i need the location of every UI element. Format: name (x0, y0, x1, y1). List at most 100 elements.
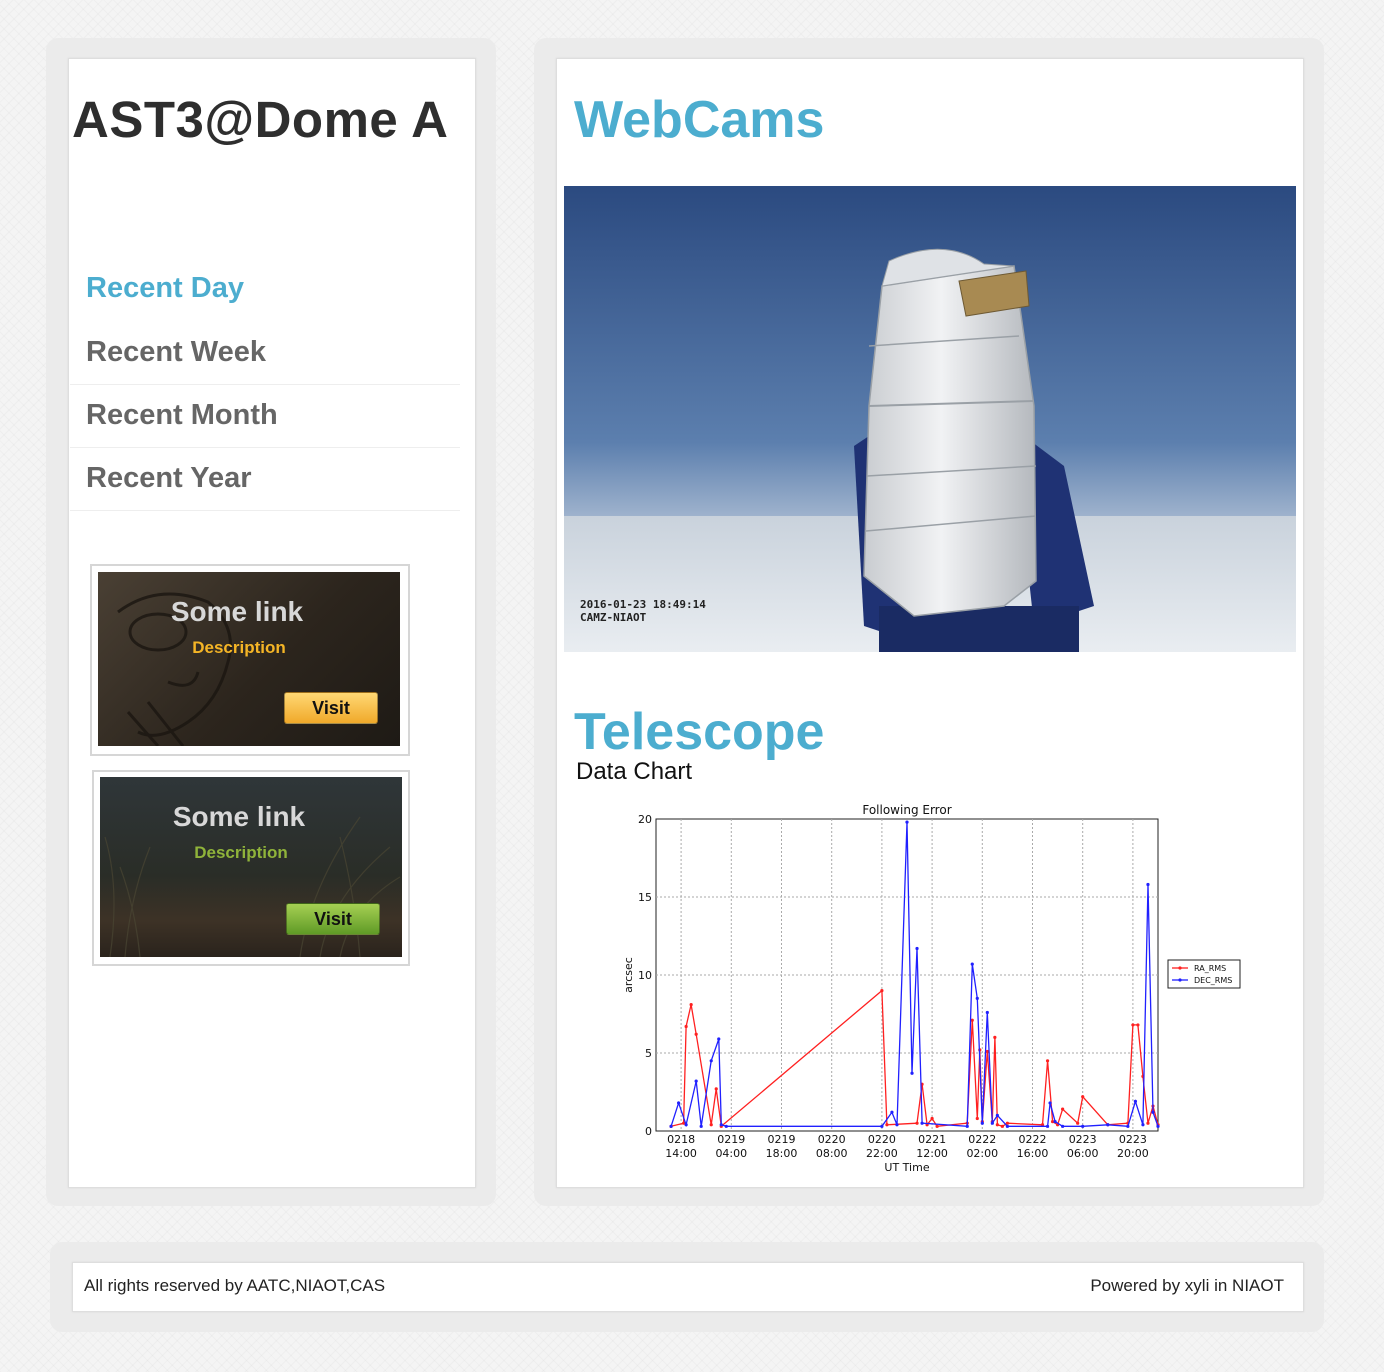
nav-item-recent-year[interactable]: Recent Year (70, 448, 460, 511)
promo-description: Description (194, 843, 288, 862)
data-point (1045, 1124, 1050, 1128)
x-tick-label: 04:00 (715, 1147, 747, 1160)
data-point (1005, 1124, 1009, 1128)
x-tick-label: 0223 (1069, 1133, 1097, 1146)
visit-button[interactable]: Visit (286, 903, 380, 935)
nav-item-recent-day[interactable]: Recent Day (70, 258, 460, 322)
x-tick-label: 0223 (1119, 1133, 1147, 1146)
following-error-chart: 0 5 10 15 20 0218 14:00 0219 04:00 0219 18:00 0220 0… (612, 800, 1252, 1180)
y-tick-label: 5 (645, 1047, 652, 1060)
data-point (694, 1032, 698, 1036)
data-point (689, 1003, 693, 1007)
x-tick-label: 22:00 (866, 1147, 898, 1160)
data-point (995, 1113, 999, 1117)
data-point (1106, 1123, 1110, 1127)
x-tick-label: 16:00 (1017, 1147, 1049, 1160)
legend-label: RA_RMS (1194, 964, 1226, 973)
y-axis-label: arcsec (622, 957, 635, 993)
x-tick-label: 20:00 (1117, 1147, 1149, 1160)
data-point (1045, 1059, 1050, 1063)
promo-image: Some link Description Visit (100, 777, 402, 957)
data-point (724, 1124, 728, 1128)
legend-label: DEC_RMS (1194, 976, 1232, 985)
x-tick-label: 12:00 (916, 1147, 948, 1160)
data-point (1000, 1124, 1004, 1128)
data-point (930, 1116, 934, 1121)
data-point (975, 1116, 979, 1121)
promo-card: Some link Description Visit (90, 564, 410, 756)
nav-item-recent-week[interactable]: Recent Week (70, 322, 460, 385)
data-point (910, 1071, 914, 1075)
webcam-timestamp: 2016-01-23 18:49:14 CAMZ-NIAOT (580, 598, 706, 624)
y-tick-label: 0 (645, 1125, 652, 1138)
data-point (985, 1010, 989, 1015)
promo-description: Description (192, 638, 286, 657)
x-tick-label: 0218 (667, 1133, 695, 1146)
data-point (995, 1123, 999, 1127)
data-point (935, 1124, 939, 1128)
y-tick-label: 20 (638, 813, 652, 826)
data-point (709, 1123, 713, 1127)
data-point (980, 1121, 984, 1125)
telescope-heading: Telescope (574, 703, 825, 761)
data-point (1061, 1124, 1065, 1128)
chart-svg: 05101520021814:00021904:00021918:0002200… (622, 803, 1241, 1174)
legend-marker (1178, 966, 1182, 970)
data-point (905, 820, 909, 824)
data-point (965, 1124, 969, 1128)
data-point (920, 1121, 924, 1125)
data-point (684, 1024, 688, 1029)
data-point (717, 1037, 721, 1041)
data-point (885, 1123, 889, 1127)
x-tick-label: 0219 (768, 1133, 796, 1146)
sidebar-nav: Recent Day Recent Week Recent Month Rece… (70, 258, 460, 511)
promo-title: Some link (172, 801, 306, 832)
x-tick-label: 0220 (818, 1133, 846, 1146)
data-point (1156, 1124, 1160, 1128)
data-point (1048, 1101, 1052, 1105)
data-point (1131, 1023, 1135, 1027)
data-point (1081, 1124, 1085, 1128)
data-point (699, 1124, 703, 1128)
data-chart-label: Data Chart (576, 758, 693, 785)
data-point (1076, 1121, 1080, 1125)
data-point (714, 1087, 718, 1091)
visit-button[interactable]: Visit (284, 692, 378, 724)
data-point (669, 1124, 673, 1128)
data-point (684, 1123, 688, 1127)
x-tick-label: 0222 (968, 1133, 996, 1146)
x-tick-label: 0220 (868, 1133, 896, 1146)
data-point (1136, 1023, 1140, 1027)
data-point (1081, 1095, 1085, 1099)
y-tick-label: 15 (638, 891, 652, 904)
data-point (1146, 1121, 1150, 1125)
data-point (915, 946, 919, 951)
webcams-heading: WebCams (574, 91, 825, 149)
data-point (970, 962, 974, 966)
data-point (990, 1121, 994, 1125)
x-tick-label: 14:00 (665, 1147, 697, 1160)
data-point (895, 1123, 899, 1127)
data-point (1061, 1107, 1065, 1111)
x-axis-label: UT Time (884, 1161, 929, 1174)
x-tick-label: 0221 (918, 1133, 946, 1146)
nav-item-recent-month[interactable]: Recent Month (70, 385, 460, 448)
data-point (975, 996, 979, 1000)
data-point (1146, 882, 1150, 887)
x-tick-label: 06:00 (1067, 1147, 1099, 1160)
data-point (1133, 1099, 1138, 1103)
data-point (1126, 1124, 1130, 1128)
copyright-text: All rights reserved by AATC,NIAOT,CAS (84, 1276, 386, 1295)
data-point (880, 989, 884, 993)
telescope-photo (564, 186, 1296, 652)
promo-image: Some link Description Visit (98, 572, 400, 746)
data-point (719, 1123, 723, 1127)
x-tick-label: 18:00 (766, 1147, 798, 1160)
promo-title: Some link (170, 596, 304, 627)
data-point (915, 1121, 919, 1125)
data-point (880, 1124, 884, 1128)
data-point (1141, 1123, 1145, 1127)
data-point (1151, 1110, 1155, 1114)
powered-by-text: Powered by xyli in NIAOT (1090, 1276, 1284, 1295)
data-point (709, 1059, 713, 1063)
